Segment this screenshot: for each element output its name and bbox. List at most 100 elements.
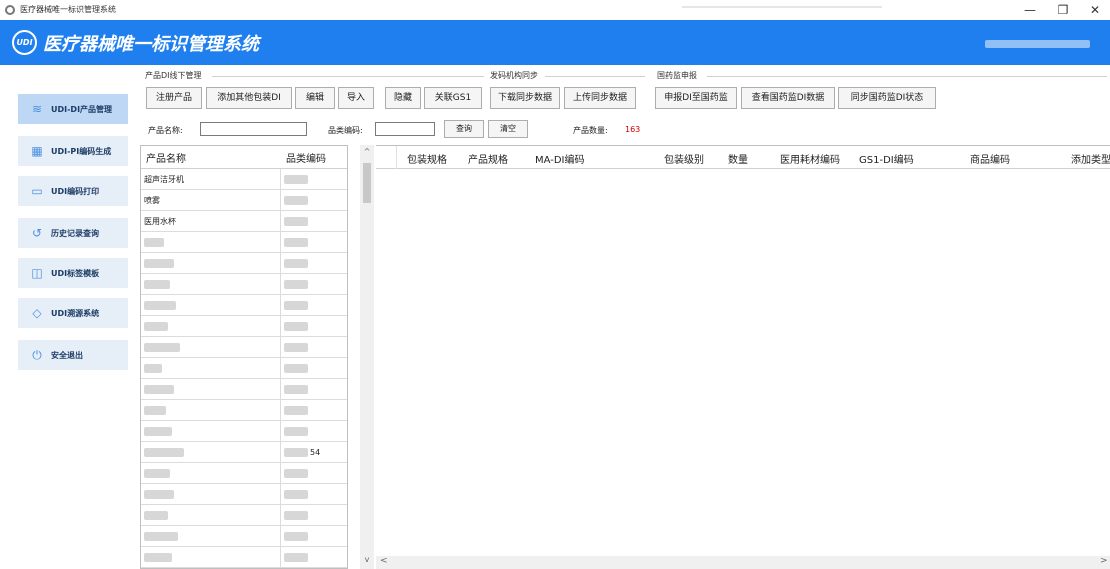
table-row[interactable]	[141, 547, 347, 568]
table-row[interactable]	[141, 421, 347, 442]
product-name-input[interactable]	[200, 122, 307, 136]
scroll-right-icon[interactable]: >	[1100, 556, 1108, 566]
table-row[interactable]	[141, 484, 347, 505]
edit-button[interactable]: 编辑	[295, 87, 335, 109]
titlebar-placeholder-bar	[682, 6, 882, 8]
cell-category-code	[281, 337, 347, 357]
column-header-package-spec[interactable]: 包装规格	[407, 151, 447, 166]
table-row[interactable]: 医用水杯	[141, 211, 347, 232]
table-row[interactable]	[141, 253, 347, 274]
column-header-product-name[interactable]: 产品名称	[141, 150, 281, 165]
cell-product-name	[141, 253, 281, 273]
group-divider	[545, 76, 645, 77]
maximize-button[interactable]: ❐	[1050, 2, 1076, 18]
cell-category-code	[281, 274, 347, 294]
sidebar-item-logout[interactable]: ⏻ 安全退出	[18, 340, 128, 370]
scroll-thumb[interactable]	[363, 163, 371, 203]
cell-product-name	[141, 295, 281, 315]
redacted-text	[144, 321, 168, 331]
trace-icon: ◇	[32, 306, 42, 320]
clear-button[interactable]: 清空	[488, 120, 528, 138]
sidebar-item-udi-pi-generate[interactable]: ▦ UDI-PI编码生成	[18, 136, 128, 166]
scroll-down-icon[interactable]: v	[360, 555, 374, 564]
table-row[interactable]	[141, 358, 347, 379]
hide-button[interactable]: 隐藏	[385, 87, 421, 109]
upload-sync-button[interactable]: 上传同步数据	[564, 87, 636, 109]
report-di-button[interactable]: 申报DI至国药监	[655, 87, 737, 109]
query-button[interactable]: 查询	[444, 120, 484, 138]
table-row[interactable]: 54	[141, 442, 347, 463]
view-nmpa-di-button[interactable]: 查看国药监DI数据	[741, 87, 835, 109]
cell-category-code	[281, 169, 347, 189]
redacted-text	[284, 489, 308, 499]
table-row[interactable]	[141, 274, 347, 295]
column-header-package-level[interactable]: 包装级别	[664, 151, 704, 166]
column-separator	[396, 146, 397, 169]
app-title: 医疗器械唯一标识管理系统	[43, 34, 259, 55]
redacted-text	[284, 258, 308, 268]
product-count-label: 产品数量:	[573, 126, 608, 135]
cell-category-code	[281, 400, 347, 420]
close-button[interactable]: ✕	[1082, 2, 1108, 18]
table-row[interactable]	[141, 379, 347, 400]
cell-category-code: 54	[281, 442, 347, 462]
column-header-consumable-code[interactable]: 医用耗材编码	[780, 151, 840, 166]
column-header-gs1-di-code[interactable]: GS1-DI编码	[859, 151, 914, 166]
table-row[interactable]: 超声洁牙机	[141, 169, 347, 190]
sidebar-item-label-template[interactable]: ◫ UDI标签模板	[18, 258, 128, 288]
horizontal-scrollbar[interactable]: < >	[376, 556, 1110, 569]
table-row[interactable]	[141, 316, 347, 337]
sidebar-item-label: UDI溯源系统	[51, 308, 100, 318]
power-icon: ⏻	[32, 348, 42, 362]
cell-category-code	[281, 379, 347, 399]
table-row[interactable]	[141, 295, 347, 316]
cell-category-code	[281, 253, 347, 273]
link-gs1-button[interactable]: 关联GS1	[424, 87, 482, 109]
table-row[interactable]	[141, 337, 347, 358]
column-header-ma-di-code[interactable]: MA-DI编码	[535, 151, 585, 166]
sync-nmpa-status-button[interactable]: 同步国药监DI状态	[838, 87, 936, 109]
redacted-text	[144, 531, 178, 541]
table-row[interactable]	[141, 463, 347, 484]
cell-product-name	[141, 505, 281, 525]
column-header-quantity[interactable]: 数量	[728, 151, 748, 166]
scroll-up-icon[interactable]: ^	[360, 147, 374, 156]
cell-product-name	[141, 442, 281, 462]
sidebar-item-udi-di-product[interactable]: ≋ UDI-DI产品管理	[18, 94, 128, 124]
redacted-text	[144, 384, 174, 394]
scroll-left-icon[interactable]: <	[380, 556, 388, 566]
window-titlebar: 医疗器械唯一标识管理系统 — ❐ ✕	[0, 0, 1110, 20]
import-button[interactable]: 导入	[338, 87, 374, 109]
download-sync-button[interactable]: 下载同步数据	[490, 87, 560, 109]
column-header-commodity-code[interactable]: 商品编码	[970, 151, 1010, 166]
minimize-button[interactable]: —	[1017, 2, 1043, 18]
redacted-text	[144, 342, 180, 352]
table-row[interactable]	[141, 232, 347, 253]
sidebar-item-trace-system[interactable]: ◇ UDI溯源系统	[18, 298, 128, 328]
column-header-category-code[interactable]: 品类编码	[281, 150, 326, 165]
table-row[interactable]: 喷雾	[141, 190, 347, 211]
register-product-button[interactable]: 注册产品	[146, 87, 202, 109]
cell-category-code	[281, 484, 347, 504]
table-row[interactable]	[141, 400, 347, 421]
cell-product-name	[141, 526, 281, 546]
cell-category-code	[281, 358, 347, 378]
add-package-di-button[interactable]: 添加其他包装DI	[206, 87, 292, 109]
column-header-product-spec[interactable]: 产品规格	[468, 151, 508, 166]
column-header-add-type[interactable]: 添加类型	[1071, 151, 1110, 166]
vertical-scrollbar[interactable]: ^ v	[360, 145, 374, 569]
sidebar-item-udi-print[interactable]: ▭ UDI编码打印	[18, 176, 128, 206]
cell-product-name	[141, 337, 281, 357]
cell-product-name	[141, 421, 281, 441]
cell-product-name: 医用水杯	[141, 211, 281, 231]
package-detail-table: 包装规格 产品规格 MA-DI编码 包装级别 数量 医用耗材编码 GS1-DI编…	[376, 145, 1110, 569]
redacted-text	[284, 510, 308, 520]
category-code-input[interactable]	[375, 122, 435, 136]
sidebar-item-history[interactable]: ↺ 历史记录查询	[18, 218, 128, 248]
udi-logo-icon: UDI	[12, 30, 37, 55]
table-row[interactable]	[141, 505, 347, 526]
table-row[interactable]	[141, 526, 347, 547]
cell-category-code	[281, 316, 347, 336]
sidebar-item-label: UDI-DI产品管理	[51, 104, 113, 114]
cell-category-code	[281, 190, 347, 210]
